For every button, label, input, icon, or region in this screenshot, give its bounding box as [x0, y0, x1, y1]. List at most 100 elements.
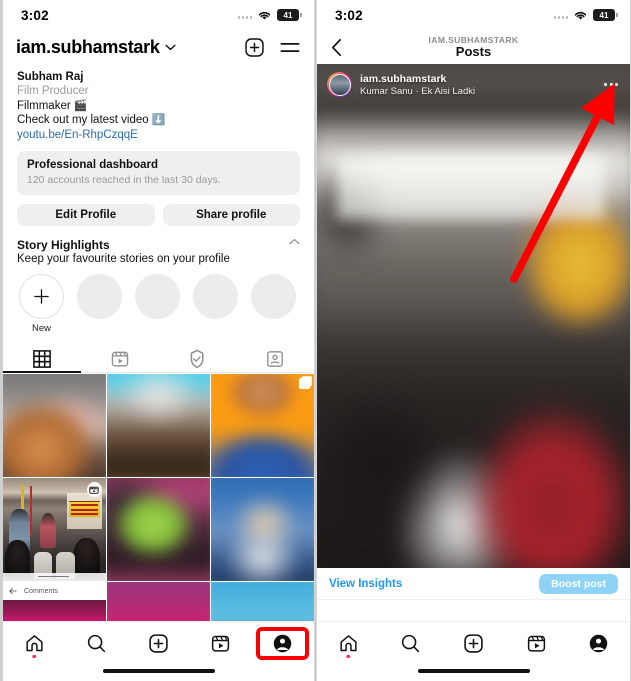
search-icon [402, 634, 420, 652]
highlight-circle [193, 273, 238, 319]
post-username[interactable]: iam.subhamstark [360, 73, 475, 85]
plus-icon [34, 288, 49, 304]
nav-search[interactable] [65, 622, 127, 664]
grid-item-2[interactable] [107, 374, 210, 477]
reels-icon [527, 635, 545, 652]
tab-grid[interactable] [3, 346, 81, 373]
grid-item-5[interactable] [107, 478, 210, 581]
tab-guides[interactable] [159, 346, 237, 372]
bio-line-2: Check out my latest video ⬇️ [17, 113, 300, 128]
tab-tagged[interactable] [236, 346, 314, 372]
highlight-placeholder[interactable] [135, 273, 180, 334]
avatar[interactable] [327, 72, 352, 97]
boost-post-button[interactable]: Boost post [539, 573, 618, 594]
nav-reels[interactable] [505, 622, 568, 664]
bio-category: Film Producer [17, 85, 89, 97]
dashboard-title: Professional dashboard [27, 158, 159, 171]
highlight-new-label: New [31, 322, 51, 334]
page-title: Posts [455, 44, 492, 59]
bio-display-name: Subham Raj [17, 71, 84, 83]
highlight-placeholder[interactable] [193, 273, 238, 334]
check-badge-icon [191, 349, 204, 368]
status-bar: 3:02 41 [317, 0, 630, 30]
nav-profile[interactable] [567, 622, 630, 664]
profile-tabs [3, 346, 314, 373]
chevron-up-icon[interactable] [289, 238, 300, 245]
home-badge-dot [32, 654, 36, 658]
page-title: iam.subhamstark [16, 36, 160, 57]
more-options-dots-icon[interactable] [604, 83, 620, 86]
plus-square-icon [464, 633, 483, 653]
post-media-caption-band [335, 154, 605, 221]
grid-thumbnail [211, 478, 314, 581]
post-media[interactable]: iam.subhamstark Kumar Sanu · Ek Aisi Lad… [317, 64, 630, 568]
view-insights-link[interactable]: View Insights [329, 578, 402, 590]
highlight-new-circle[interactable] [19, 273, 64, 319]
plus-square-icon [149, 633, 168, 653]
post-author-text: iam.subhamstark Kumar Sanu · Ek Aisi Lad… [360, 73, 475, 97]
profile-header-actions [245, 37, 300, 57]
grid-thumbnail [211, 374, 314, 477]
post-insights-bar: View Insights Boost post [317, 568, 630, 600]
back-arrow-icon[interactable] [9, 587, 17, 595]
story-highlights-subtitle: Keep your favourite stories on your prof… [17, 252, 230, 265]
post-audio-label[interactable]: Kumar Sanu · Ek Aisi Ladki [360, 86, 475, 97]
bio-line-2-text: Check out my latest video [17, 114, 149, 126]
signal-dots-icon [237, 11, 252, 19]
grid-item-1[interactable] [3, 374, 106, 477]
bio-link[interactable]: youtu.be/En-RhpCzqqE [17, 128, 300, 143]
edit-profile-button[interactable]: Edit Profile [17, 203, 155, 226]
username-switcher[interactable]: iam.subhamstark [16, 37, 176, 58]
tagged-person-icon [267, 350, 283, 367]
status-indicators: 41 [553, 9, 618, 21]
home-icon [340, 634, 357, 651]
professional-dashboard-card[interactable]: Professional dashboard 120 accounts reac… [17, 150, 300, 195]
grid-item-4[interactable] [3, 478, 106, 581]
grid-thumbnail [107, 478, 210, 581]
nav-profile[interactable] [252, 622, 314, 664]
left-phone-profile-screen: 3:02 41 iam.subhamstark Subham Raj Film … [0, 0, 315, 681]
story-highlights-header: Story Highlights [3, 226, 314, 252]
signal-dots-icon [553, 11, 568, 19]
post-author-row: iam.subhamstark Kumar Sanu · Ek Aisi Lad… [317, 64, 630, 105]
grid-icon [33, 349, 51, 368]
search-icon [87, 634, 105, 652]
nav-home[interactable] [3, 622, 65, 664]
grid-item-3[interactable] [211, 374, 314, 477]
comments-label: Comments [24, 587, 58, 595]
status-time: 3:02 [21, 7, 49, 23]
hamburger-menu-icon[interactable] [280, 40, 300, 55]
multi-post-badge [298, 378, 310, 389]
profile-action-buttons: Edit Profile Share profile [17, 203, 300, 226]
grid-thumbnail [3, 374, 106, 477]
screenshot-stage: 3:02 41 iam.subhamstark Subham Raj Film … [0, 0, 631, 681]
home-icon [26, 634, 43, 651]
post-screen-header: IAM.SUBHAMSTARK Posts [317, 30, 630, 64]
wifi-icon [258, 11, 271, 20]
post-media-image-detail [317, 64, 630, 568]
highlight-circle [77, 273, 122, 319]
story-highlights-row: New [3, 265, 314, 334]
reel-badge-icon [86, 482, 102, 498]
plus-square-icon[interactable] [245, 37, 264, 57]
home-badge-dot [346, 654, 351, 658]
bottom-nav-bar [317, 621, 630, 681]
highlight-new[interactable]: New [19, 273, 64, 334]
nav-reels[interactable] [190, 622, 252, 664]
grid-item-6[interactable] [211, 478, 314, 581]
tab-reels[interactable] [81, 346, 159, 372]
highlight-placeholder[interactable] [251, 273, 296, 334]
profile-header: iam.subhamstark [3, 30, 314, 64]
post-header-titles: IAM.SUBHAMSTARK Posts [317, 35, 630, 59]
reels-icon [212, 635, 230, 652]
chevron-down-icon [164, 44, 176, 50]
share-profile-button[interactable]: Share profile [162, 203, 300, 226]
profile-person-icon [274, 634, 292, 652]
nav-create[interactable] [442, 622, 505, 664]
battery-indicator: 41 [593, 9, 618, 21]
nav-search[interactable] [380, 622, 443, 664]
nav-home[interactable] [317, 622, 380, 664]
dashboard-subtitle: 120 accounts reached in the last 30 days… [27, 173, 221, 186]
highlight-placeholder[interactable] [77, 273, 122, 334]
nav-create[interactable] [127, 622, 189, 664]
